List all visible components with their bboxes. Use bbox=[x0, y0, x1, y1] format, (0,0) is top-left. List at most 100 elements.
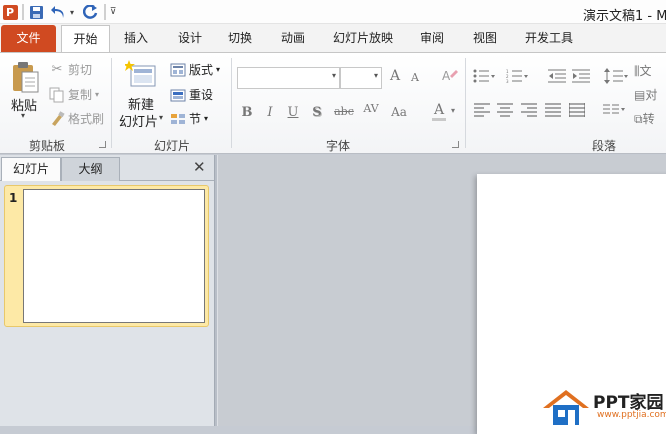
section-label: 节 bbox=[189, 112, 202, 126]
font-color-dropdown-icon[interactable]: ▾ bbox=[449, 106, 457, 115]
font-launcher-icon[interactable] bbox=[452, 141, 459, 148]
paste-dropdown-icon[interactable]: ▾ bbox=[21, 111, 25, 120]
group-label-paragraph: 段落 bbox=[592, 139, 617, 153]
tab-design[interactable]: 设计 bbox=[168, 24, 212, 52]
clipboard-launcher-icon[interactable] bbox=[99, 141, 106, 148]
tab-review[interactable]: 审阅 bbox=[410, 24, 454, 52]
customize-qat-icon[interactable]: ⊽ bbox=[108, 3, 118, 21]
group-label-font: 字体 bbox=[326, 139, 351, 153]
title-bar: P ▾ ⊽ 演示文稿1 - M bbox=[0, 0, 666, 24]
char-spacing-button[interactable]: AV bbox=[360, 102, 382, 115]
new-slide-dropdown-icon[interactable]: ▾ bbox=[159, 113, 163, 122]
copy-icon bbox=[49, 87, 65, 103]
tab-insert[interactable]: 插入 bbox=[114, 24, 158, 52]
change-case-button[interactable]: Aa bbox=[389, 105, 409, 119]
slides-panel: 幻灯片 大纲 ✕ 1 bbox=[0, 155, 214, 426]
window-title: 演示文稿1 - M bbox=[583, 9, 666, 24]
tab-outline[interactable]: 大纲 bbox=[61, 157, 120, 181]
slide-number: 1 bbox=[9, 191, 18, 205]
group-separator bbox=[465, 58, 466, 148]
undo-icon[interactable] bbox=[50, 3, 66, 21]
layout-dropdown-icon: ▾ bbox=[216, 65, 221, 74]
watermark-url: www.pptjia.com bbox=[597, 410, 666, 420]
svg-text:A: A bbox=[442, 69, 451, 83]
app-logo: P bbox=[2, 4, 18, 20]
bold-button[interactable]: B bbox=[240, 105, 254, 120]
copy-button[interactable]: 复制 ▾ bbox=[49, 86, 99, 103]
group-label-slides: 幻灯片 bbox=[154, 139, 191, 153]
shadow-button[interactable]: S bbox=[310, 105, 324, 120]
group-separator bbox=[231, 58, 232, 148]
font-color-button[interactable]: A bbox=[432, 102, 446, 121]
panel-tab-strip: 幻灯片 大纲 ✕ bbox=[0, 155, 214, 181]
scissors-icon: ✂ bbox=[51, 61, 63, 77]
qat-separator bbox=[22, 4, 24, 20]
clear-formatting-icon[interactable]: A bbox=[440, 67, 460, 89]
new-slide-icon[interactable] bbox=[124, 58, 158, 92]
tab-slideshow[interactable]: 幻灯片放映 bbox=[325, 24, 401, 52]
section-button[interactable]: 节 ▾ bbox=[170, 110, 208, 127]
align-text-label: 对 bbox=[645, 88, 658, 102]
shrink-font-button[interactable]: A bbox=[408, 71, 422, 84]
new-slide-label-2[interactable]: 幻灯片 bbox=[119, 111, 158, 130]
align-text-button[interactable]: ▤对 bbox=[634, 86, 666, 103]
align-text-icon: ▤ bbox=[634, 88, 646, 102]
strikethrough-button[interactable]: abc bbox=[333, 105, 355, 118]
justify-icon[interactable] bbox=[545, 103, 561, 121]
format-painter-label: 格式刷 bbox=[68, 112, 105, 126]
svg-text:3: 3 bbox=[506, 79, 509, 83]
italic-button[interactable]: I bbox=[263, 105, 277, 120]
font-name-combobox[interactable]: ▾ bbox=[237, 67, 340, 89]
font-size-combobox[interactable]: ▾ bbox=[340, 67, 382, 89]
slide-thumbnail[interactable] bbox=[23, 189, 205, 323]
redo-icon[interactable] bbox=[82, 3, 98, 21]
section-icon bbox=[170, 111, 186, 127]
undo-dropdown-icon[interactable]: ▾ bbox=[68, 3, 76, 21]
group-label-clipboard: 剪贴板 bbox=[29, 139, 66, 153]
tab-animations[interactable]: 动画 bbox=[271, 24, 315, 52]
paste-icon[interactable] bbox=[8, 57, 42, 99]
tab-slides[interactable]: 幻灯片 bbox=[1, 157, 61, 181]
align-left-icon[interactable] bbox=[474, 103, 490, 121]
align-center-icon[interactable] bbox=[497, 103, 513, 121]
powerpoint-logo-icon[interactable]: P bbox=[2, 3, 18, 21]
save-icon[interactable] bbox=[28, 3, 44, 21]
layout-button[interactable]: 版式 ▾ bbox=[170, 61, 220, 78]
tab-transitions[interactable]: 切换 bbox=[218, 24, 262, 52]
ribbon: 粘贴 ▾ ✂ 剪切 复制 ▾ 格式刷 剪贴板 新建 幻灯片 ▾ 版式 ▾ 重设 节 ▾ … bbox=[0, 52, 666, 154]
convert-smartart-button[interactable]: ⧉转 bbox=[634, 110, 666, 127]
reset-icon bbox=[170, 87, 186, 103]
bullets-icon[interactable] bbox=[473, 69, 495, 87]
reset-label: 重设 bbox=[189, 88, 214, 102]
tab-view[interactable]: 视图 bbox=[463, 24, 507, 52]
numbering-icon[interactable]: 123 bbox=[506, 69, 528, 87]
qat-separator bbox=[104, 4, 106, 20]
align-right-icon[interactable] bbox=[521, 103, 537, 121]
close-panel-icon[interactable]: ✕ bbox=[193, 158, 206, 176]
distributed-icon[interactable] bbox=[568, 103, 586, 121]
text-direction-button[interactable]: ⫼文 bbox=[634, 62, 666, 79]
slide-editor-area[interactable] bbox=[218, 155, 666, 434]
reset-button[interactable]: 重设 bbox=[170, 86, 213, 103]
brush-icon bbox=[49, 110, 65, 127]
group-separator bbox=[111, 58, 112, 148]
tab-developer[interactable]: 开发工具 bbox=[516, 24, 582, 52]
grow-font-button[interactable]: A bbox=[387, 68, 403, 84]
format-painter-button[interactable]: 格式刷 bbox=[49, 110, 104, 127]
decrease-indent-icon[interactable] bbox=[548, 69, 566, 87]
columns-icon[interactable] bbox=[603, 103, 625, 121]
smartart-icon: ⧉ bbox=[634, 112, 643, 126]
cut-button[interactable]: ✂ 剪切 bbox=[49, 61, 92, 78]
font-size-dropdown-icon: ▾ bbox=[373, 71, 378, 80]
increase-indent-icon[interactable] bbox=[572, 69, 590, 87]
font-name-dropdown-icon: ▾ bbox=[331, 71, 336, 80]
convert-label: 转 bbox=[642, 112, 655, 126]
layout-label: 版式 bbox=[189, 63, 214, 77]
tab-home[interactable]: 开始 bbox=[61, 25, 110, 53]
section-dropdown-icon: ▾ bbox=[204, 114, 209, 123]
pptjia-watermark: PPT家园 www.pptjia.com bbox=[541, 388, 666, 426]
line-spacing-icon[interactable] bbox=[604, 68, 628, 88]
underline-button[interactable]: U bbox=[286, 105, 300, 120]
cut-label: 剪切 bbox=[68, 63, 93, 77]
tab-file[interactable]: 文件 bbox=[1, 25, 56, 52]
